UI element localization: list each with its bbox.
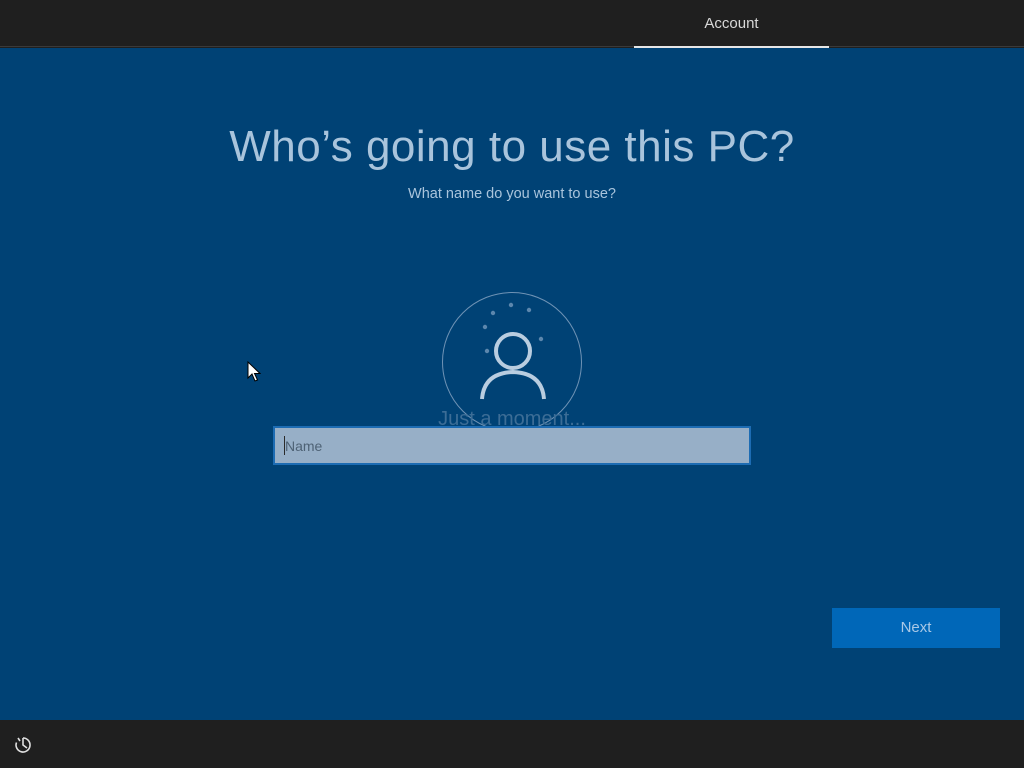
page-title: Who’s going to use this PC? (229, 122, 795, 171)
mouse-pointer-icon (247, 361, 261, 382)
ease-of-access-icon[interactable] (13, 735, 33, 755)
bottom-bar (0, 720, 1024, 768)
top-bar: Account (0, 0, 1024, 48)
name-input[interactable] (273, 426, 751, 465)
text-caret (284, 436, 285, 455)
tab-account[interactable]: Account (634, 0, 829, 48)
next-button[interactable]: Next (832, 608, 1000, 648)
page-subtitle: What name do you want to use? (408, 186, 616, 202)
tab-account-label: Account (704, 15, 759, 32)
